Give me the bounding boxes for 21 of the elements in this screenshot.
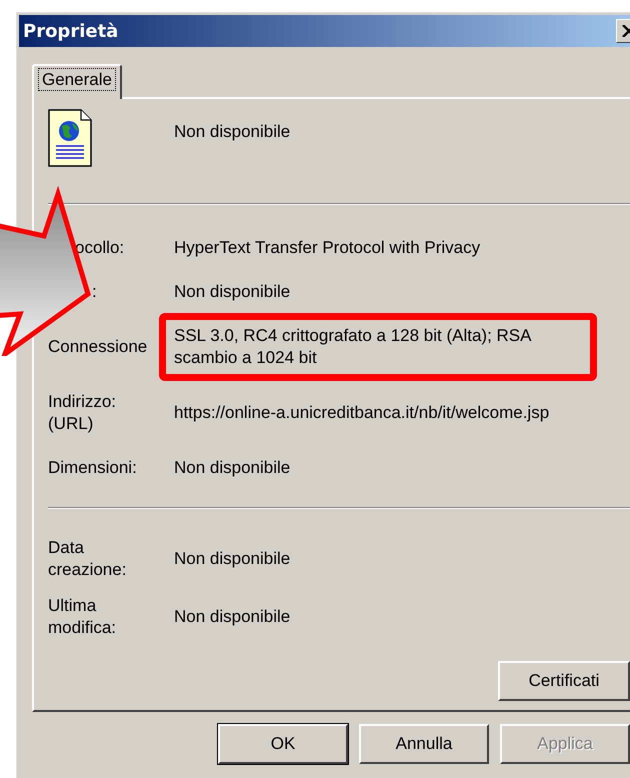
property-label: Ultima modifica: — [48, 595, 118, 639]
window-title: Proprietà — [22, 20, 118, 42]
property-label: ocollo: — [74, 237, 126, 259]
property-value: Non disponibile — [174, 606, 290, 628]
web-document-icon — [48, 109, 92, 167]
property-label: Indirizzo: (URL) — [48, 391, 118, 435]
tab[interactable]: Generale — [32, 64, 122, 99]
property-value: Non disponibile — [174, 548, 290, 570]
property-label: Data creazione: — [48, 537, 128, 581]
property-value: HyperText Transfer Protocol with Privacy — [174, 237, 480, 259]
property-value: https://online-a.unicreditbanca.it/nb/it/welcome.jsp — [174, 402, 550, 424]
property-label: Connessione — [48, 336, 144, 358]
certificates-button[interactable]: Certificati — [498, 661, 630, 701]
property-label: Dimensioni: — [48, 457, 138, 479]
property-value: Non disponibile — [174, 281, 290, 303]
dialog-button[interactable]: OK — [218, 724, 348, 764]
header-value: Non disponibile — [174, 122, 290, 142]
property-value: SSL 3.0, RC4 crittografato a 128 bit (Alta); RSA scambio a 1024 bit — [174, 325, 532, 369]
property-label: : — [91, 281, 98, 303]
dialog-button[interactable]: Annulla — [359, 724, 489, 764]
property-value: Non disponibile — [174, 457, 290, 479]
